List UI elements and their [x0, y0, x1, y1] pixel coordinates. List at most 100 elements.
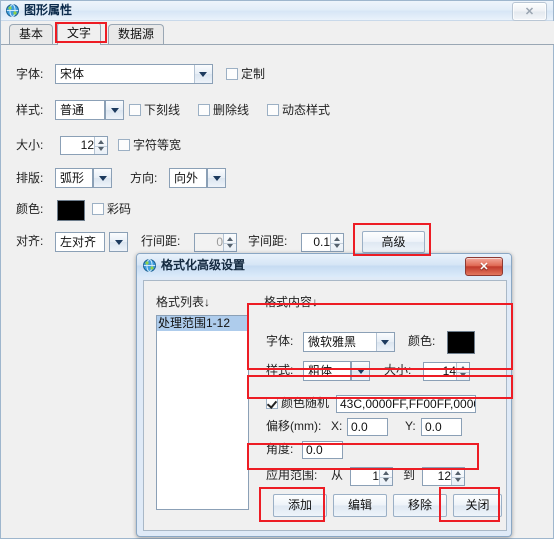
checkbox-box [266, 397, 278, 409]
style-combobox-chevron-down-icon[interactable] [105, 100, 124, 120]
layout-label: 排版: [16, 171, 44, 185]
adv-color-swatch-button[interactable] [447, 331, 475, 354]
align-label: 对齐: [16, 234, 44, 248]
offset-y-label: Y: [405, 419, 416, 433]
adv-font-label: 字体: [266, 334, 294, 348]
remove-button[interactable]: 移除 [393, 494, 447, 517]
line-spacing-spinner[interactable]: 0 [194, 233, 237, 252]
adv-style-combobox-chevron-down-icon[interactable] [351, 361, 370, 381]
main-window-title: 图形属性 [24, 3, 73, 17]
spinner-buttons[interactable] [330, 234, 343, 251]
format-list[interactable]: 处理范围1-12 [156, 315, 249, 510]
format-list-item[interactable]: 处理范围1-12 [157, 316, 248, 331]
size-label: 大小: [16, 138, 44, 152]
main-title-bar: 图形属性 ✕ [1, 1, 553, 21]
char-spacing-label: 字间距: [248, 234, 288, 248]
spinner-buttons[interactable] [379, 468, 392, 485]
spinner-buttons[interactable] [451, 468, 464, 485]
close-button[interactable]: 关闭 [453, 494, 502, 517]
adv-font-combobox[interactable]: 微软雅黑 [303, 332, 395, 352]
angle-label: 角度: [266, 442, 294, 456]
tab-text[interactable]: 文字 [57, 22, 102, 45]
strikethrough-checkbox-label: 删除线 [213, 103, 250, 117]
align-combobox[interactable]: 左对齐 [55, 232, 105, 252]
format-list-header: 格式列表↓ [156, 295, 211, 309]
font-label: 字体: [16, 67, 44, 81]
advanced-dialog-close-button[interactable]: ✕ [465, 257, 503, 276]
color-swatch-button[interactable] [57, 200, 85, 221]
underline-checkbox-label: 下刻线 [144, 103, 181, 117]
edit-button[interactable]: 编辑 [333, 494, 387, 517]
chevron-down-icon[interactable] [376, 333, 394, 351]
spinner-buttons[interactable] [456, 363, 469, 380]
range-to-label: 到 [403, 468, 416, 482]
checkbox-box [118, 139, 130, 151]
checkbox-box [129, 104, 141, 116]
size-spinner[interactable]: 12 [60, 136, 108, 155]
spinner-buttons[interactable] [223, 234, 236, 251]
close-icon: ✕ [479, 261, 489, 273]
range-from-label: 从 [331, 468, 344, 482]
adv-size-label: 大小: [384, 363, 412, 377]
advanced-dialog-title-bar: 格式化高级设置 ✕ [137, 254, 511, 277]
offset-label: 偏移(mm): [266, 419, 322, 433]
line-spacing-label: 行间距: [141, 234, 181, 248]
advanced-button[interactable]: 高级 [362, 231, 425, 253]
range-to-value: 12 [437, 469, 451, 483]
random-color-checkbox-label: 颜色随机 [281, 396, 330, 410]
style-combobox-value: 普通 [60, 103, 85, 117]
offset-x-label: X: [331, 419, 343, 433]
size-spinner-value: 12 [80, 138, 94, 152]
direction-combobox[interactable]: 向外 [169, 168, 207, 188]
range-from-spinner[interactable]: 1 [350, 467, 393, 486]
advanced-dialog-body: 格式列表↓ 格式内容↓ 处理范围1-12 字体: 微软雅黑 颜色: 样式: 粗体… [143, 280, 507, 531]
adv-size-value: 14 [442, 364, 456, 378]
tab-basic[interactable]: 基本 [9, 24, 54, 44]
advanced-dialog-title: 格式化高级设置 [161, 258, 246, 272]
style-combobox[interactable]: 普通 [55, 100, 105, 120]
app-globe-icon [6, 4, 19, 17]
range-from-value: 1 [372, 469, 379, 483]
angle-input[interactable]: 0.0 [302, 441, 343, 459]
char-spacing-value: 0.1 [313, 235, 330, 249]
checkbox-box [198, 104, 210, 116]
random-color-input[interactable]: 43C,0000FF,FF00FF,000000 [336, 395, 476, 413]
layout-combobox-value: 弧形 [60, 171, 85, 185]
spinner-buttons[interactable] [94, 137, 107, 154]
adv-color-label: 颜色: [408, 334, 436, 348]
font-combobox[interactable]: 宋体 [55, 64, 213, 84]
adv-style-combobox[interactable]: 粗体 [303, 361, 351, 381]
font-combobox-value: 宋体 [60, 67, 85, 81]
layout-combobox[interactable]: 弧形 [55, 168, 93, 188]
direction-combobox-chevron-down-icon[interactable] [207, 168, 226, 188]
layout-combobox-chevron-down-icon[interactable] [93, 168, 112, 188]
adv-size-spinner[interactable]: 14 [423, 362, 470, 381]
adv-style-combobox-value: 粗体 [308, 364, 333, 378]
tab-datasource[interactable]: 数据源 [108, 24, 165, 44]
app-globe-icon [143, 259, 156, 272]
add-button[interactable]: 添加 [273, 494, 327, 517]
color-label: 颜色: [16, 202, 44, 216]
char-spacing-spinner[interactable]: 0.1 [301, 233, 344, 252]
align-combobox-chevron-down-icon[interactable] [109, 232, 128, 252]
monospace-checkbox-label: 字符等宽 [133, 138, 182, 152]
range-to-spinner[interactable]: 12 [422, 467, 465, 486]
main-window-close-button[interactable]: ✕ [512, 2, 547, 21]
style-label: 样式: [16, 103, 44, 117]
offset-x-input[interactable]: 0.0 [347, 418, 388, 436]
range-label: 应用范围: [266, 468, 318, 482]
checkbox-box [226, 68, 238, 80]
checkbox-box [267, 104, 279, 116]
align-combobox-value: 左对齐 [60, 235, 97, 249]
chevron-down-icon[interactable] [194, 65, 212, 83]
offset-y-input[interactable]: 0.0 [421, 418, 462, 436]
line-spacing-value: 0 [216, 235, 223, 249]
direction-combobox-value: 向外 [174, 171, 199, 185]
adv-style-label: 样式: [266, 363, 294, 377]
advanced-format-dialog: 格式化高级设置 ✕ 格式列表↓ 格式内容↓ 处理范围1-12 字体: 微软雅黑 … [136, 253, 512, 537]
tab-strip: 基本 文字 数据源 [1, 21, 554, 45]
format-content-header: 格式内容↓ [264, 295, 319, 309]
adv-font-combobox-value: 微软雅黑 [308, 335, 357, 349]
dynamic-style-checkbox-label: 动态样式 [282, 103, 331, 117]
colorcode-checkbox-label: 彩码 [107, 202, 132, 216]
